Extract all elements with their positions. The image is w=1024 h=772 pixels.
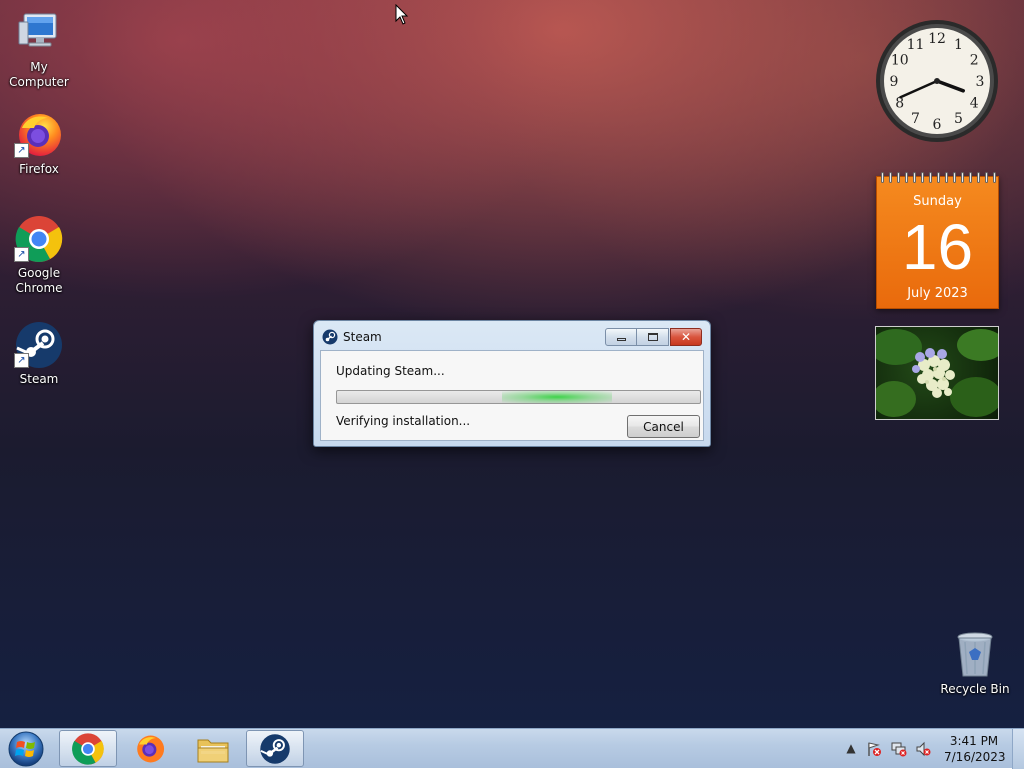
folder-icon xyxy=(197,739,229,762)
desktop-icon-steam[interactable]: ↗ Steam xyxy=(0,320,79,387)
taskbar-item-firefox[interactable] xyxy=(121,730,179,767)
desktop-icon-firefox[interactable]: ↗ Firefox xyxy=(0,110,79,177)
firefox-icon xyxy=(137,735,165,762)
clock-numeral: 6 xyxy=(933,117,942,133)
taskbar-item-file-explorer[interactable] xyxy=(184,730,242,767)
steam-icon xyxy=(322,329,338,345)
action-center-alert-icon[interactable] xyxy=(866,741,882,757)
clock-numeral: 9 xyxy=(890,74,899,90)
taskbar-item-google-chrome[interactable] xyxy=(59,730,117,767)
clock-numeral: 12 xyxy=(928,31,946,47)
desktop-icon-label: My Computer xyxy=(9,60,69,89)
desktop-icon-label: Firefox xyxy=(19,162,59,176)
slideshow-gadget[interactable] xyxy=(875,326,999,420)
start-button[interactable] xyxy=(6,730,46,768)
shortcut-arrow-icon: ↗ xyxy=(14,353,29,368)
clock-gadget[interactable]: 12 1 2 3 4 5 6 7 8 9 10 11 xyxy=(874,18,1000,144)
calendar-day-number: 16 xyxy=(901,211,974,283)
desktop-icon-label: Google Chrome xyxy=(15,266,63,295)
taskbar-clock-time[interactable]: 3:41 PM xyxy=(944,734,1004,748)
clock-numeral: 2 xyxy=(970,53,979,69)
show-hidden-icons-icon[interactable]: ▲ xyxy=(843,741,859,757)
windows-start-icon xyxy=(8,731,44,767)
verification-status-text: Verifying installation... xyxy=(336,414,471,428)
chrome-icon: ↗ xyxy=(14,214,64,264)
mouse-cursor-icon xyxy=(395,3,409,30)
close-button[interactable]: ✕ xyxy=(670,328,702,346)
desktop-icon-my-computer[interactable]: My Computer xyxy=(0,8,79,90)
clock-numeral: 11 xyxy=(907,37,925,53)
steam-icon: ↗ xyxy=(14,320,64,370)
clock-numeral: 7 xyxy=(911,111,920,127)
minimize-icon xyxy=(616,338,626,341)
steam-update-dialog[interactable]: Steam ✕ Updating Steam... Verifying inst… xyxy=(313,320,711,447)
recycle-bin-icon xyxy=(950,630,1000,680)
desktop-icon-label: Recycle Bin xyxy=(940,682,1010,696)
dialog-title: Steam xyxy=(343,330,382,344)
clock-numeral: 1 xyxy=(954,37,963,53)
clock-numeral: 5 xyxy=(954,111,963,127)
analog-clock-face: 12 1234567891011 xyxy=(876,20,998,142)
calendar-gadget[interactable]: Sunday 16 July 2023 xyxy=(876,172,999,309)
clock-numeral: 4 xyxy=(970,96,979,112)
dialog-titlebar[interactable]: Steam ✕ xyxy=(314,321,710,349)
hydrangea-photo xyxy=(876,329,998,417)
clock-numeral: 10 xyxy=(891,53,909,69)
maximize-button[interactable] xyxy=(637,328,669,346)
shortcut-arrow-icon: ↗ xyxy=(14,143,29,158)
calendar-weekday: Sunday xyxy=(913,194,962,209)
maximize-icon xyxy=(647,333,658,341)
desktop-icon-label: Steam xyxy=(19,372,59,386)
minimize-button[interactable] xyxy=(605,328,637,346)
clock-numeral: 3 xyxy=(976,74,985,90)
taskbar-clock-date[interactable]: 7/16/2023 xyxy=(944,750,1006,764)
taskbar-item-steam[interactable] xyxy=(246,730,304,767)
computer-icon xyxy=(14,8,64,58)
update-status-text: Updating Steam... xyxy=(336,364,445,378)
volume-muted-icon[interactable] xyxy=(915,741,931,757)
taskbar: ▲ 3:41 PM 7/16/2023 xyxy=(0,728,1024,769)
chrome-icon xyxy=(72,732,104,765)
network-alert-icon[interactable] xyxy=(891,741,907,757)
calendar-binding-rings xyxy=(881,172,996,184)
close-icon: ✕ xyxy=(680,330,692,344)
progress-bar xyxy=(336,390,701,404)
cancel-button[interactable]: Cancel xyxy=(627,415,700,438)
show-desktop-button[interactable] xyxy=(1012,729,1024,769)
shortcut-arrow-icon: ↗ xyxy=(14,247,29,262)
progress-marquee-glow xyxy=(502,391,612,403)
steam-icon xyxy=(260,733,290,764)
dialog-body: Updating Steam... Verifying installation… xyxy=(320,350,704,441)
desktop: My Computer ↗ Firefox ↗ Google Chrome ↗ … xyxy=(0,0,1024,728)
desktop-icon-google-chrome[interactable]: ↗ Google Chrome xyxy=(0,214,79,296)
calendar-month-year: July 2023 xyxy=(907,286,968,301)
firefox-icon: ↗ xyxy=(14,110,64,160)
desktop-icon-recycle-bin[interactable]: Recycle Bin xyxy=(935,630,1015,697)
